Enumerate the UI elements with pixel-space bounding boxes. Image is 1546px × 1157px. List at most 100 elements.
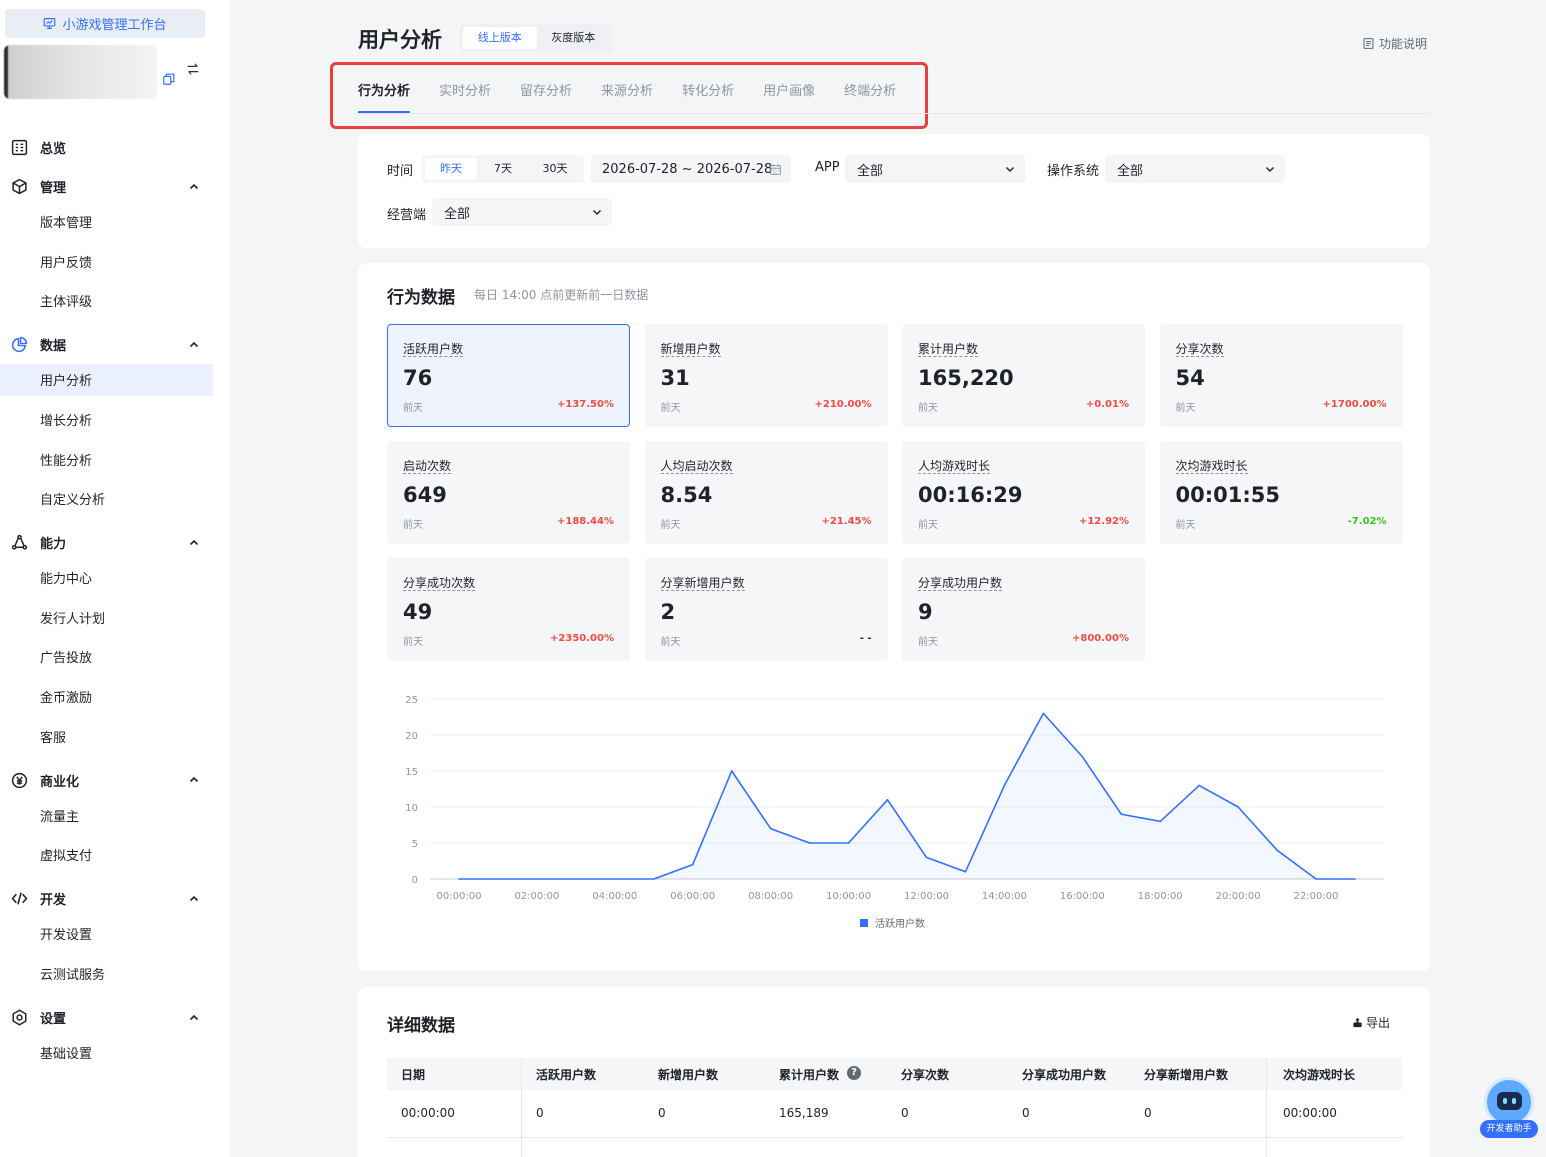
nav-group-3[interactable]: 能力 (0, 526, 213, 560)
sidebar-item[interactable]: 用户反馈 (0, 245, 213, 277)
nav-group-2[interactable]: 数据 (0, 328, 213, 362)
online-version-tab[interactable]: 线上版本 (463, 27, 537, 49)
chevron-up-icon[interactable] (188, 774, 200, 786)
metric-name: 累计用户数 (918, 342, 979, 357)
copy-icon[interactable] (162, 72, 176, 86)
time-option-yesterday[interactable]: 昨天 (425, 158, 477, 180)
tab-3[interactable]: 来源分析 (601, 80, 653, 113)
metric-change: +137.50% (557, 399, 614, 410)
metric-name: 分享次数 (1175, 342, 1224, 357)
tab-0[interactable]: 行为分析 (358, 80, 411, 113)
metric-name: 人均启动次数 (660, 459, 733, 474)
metric-card[interactable]: 人均启动次数 8.54 前天 +21.45% (644, 441, 888, 544)
tab-2[interactable]: 留存分析 (520, 80, 572, 113)
sidebar-item[interactable]: 版本管理 (0, 206, 213, 238)
metric-card[interactable]: 次均游戏时长 00:01:55 前天 -7.02% (1159, 441, 1403, 544)
sidebar-item[interactable]: 流量主 (0, 799, 213, 831)
behavior-subtitle: 每日 14:00 点前更新前一日数据 (474, 288, 649, 302)
sidebar-item[interactable]: 云测试服务 (0, 958, 213, 990)
gray-version-tab[interactable]: 灰度版本 (537, 27, 611, 49)
table-cell: 0 (536, 1106, 544, 1120)
channel-select[interactable]: 全部 (432, 198, 612, 226)
chevron-up-icon[interactable] (188, 339, 200, 351)
table-header-cell: 日期 (401, 1068, 426, 1082)
date-range-picker[interactable]: 2026-07-28 ~ 2026-07-28 (591, 155, 791, 183)
os-select[interactable]: 全部 (1105, 155, 1285, 183)
table-cell: 00:00:00 (1283, 1106, 1337, 1120)
chevron-up-icon[interactable] (188, 893, 200, 905)
metric-value: 76 (403, 366, 433, 390)
workspace-button[interactable]: 小游戏管理工作台 (5, 9, 205, 38)
metric-card[interactable]: 分享新增用户数 2 前天 - - (644, 558, 888, 661)
chevron-up-icon[interactable] (188, 1012, 200, 1024)
nav-group-label: 开发 (40, 893, 67, 909)
sidebar-item[interactable]: 主体评级 (0, 285, 213, 317)
metric-card[interactable]: 活跃用户数 76 前天 +137.50% (387, 324, 630, 427)
table-cell: 0 (901, 1106, 909, 1120)
sidebar-item[interactable]: 性能分析 (0, 443, 213, 475)
metric-value: 9 (918, 600, 933, 624)
switch-account-icon[interactable] (186, 62, 200, 76)
tab-5[interactable]: 用户画像 (763, 80, 815, 113)
metric-card[interactable]: 分享成功用户数 9 前天 +800.00% (902, 558, 1145, 661)
sidebar-item[interactable]: 广告投放 (0, 641, 213, 673)
nav-group-6[interactable]: 设置 (0, 1001, 213, 1035)
time-option-7days[interactable]: 7天 (477, 158, 529, 180)
sidebar-item[interactable]: 基础设置 (0, 1037, 213, 1069)
metric-card[interactable]: 分享成功次数 49 前天 +2350.00% (387, 558, 630, 661)
sidebar-item[interactable]: 增长分析 (0, 403, 213, 435)
metric-value: 2 (660, 600, 676, 624)
chevron-up-icon[interactable] (188, 537, 200, 549)
export-button[interactable]: 导出 (1352, 1014, 1390, 1031)
help-circle-icon[interactable]: ? (847, 1066, 861, 1080)
sidebar-item[interactable]: 发行人计划 (0, 601, 213, 633)
time-filter-label: 时间 (387, 164, 414, 179)
app-select[interactable]: 全部 (845, 155, 1025, 183)
metric-card[interactable]: 累计用户数 165,220 前天 +0.01% (902, 324, 1145, 427)
analysis-tabs: 行为分析 实时分析 留存分析 来源分析 转化分析 用户画像 终端分析 (358, 80, 925, 113)
metric-name: 人均游戏时长 (918, 459, 991, 474)
metric-card[interactable]: 新增用户数 31 前天 +210.00% (644, 324, 888, 427)
chevron-up-icon[interactable] (188, 181, 200, 193)
nav-group-1[interactable]: 管理 (0, 170, 213, 204)
detail-title: 详细数据 (387, 1016, 455, 1036)
settings-icon (11, 1009, 28, 1026)
sidebar-item[interactable]: 金币激励 (0, 681, 213, 713)
metric-card[interactable]: 启动次数 649 前天 +188.44% (387, 441, 630, 544)
function-help-link[interactable]: 功能说明 (1362, 35, 1427, 52)
metric-value: 165,220 (918, 366, 1014, 390)
yuan-icon (11, 772, 28, 789)
tab-6[interactable]: 终端分析 (844, 80, 896, 113)
developer-assistant-button[interactable]: 开发者助手 (1480, 1077, 1538, 1139)
metric-compare-label: 前天 (403, 637, 423, 648)
assistant-label: 开发者助手 (1480, 1120, 1538, 1138)
metric-card[interactable]: 人均游戏时长 00:16:29 前天 +12.92% (902, 441, 1145, 544)
tab-1[interactable]: 实时分析 (439, 80, 491, 113)
nav-group-5[interactable]: 开发 (0, 882, 213, 916)
robot-eye (1503, 1098, 1507, 1104)
sidebar-item[interactable]: 开发设置 (0, 918, 213, 950)
export-icon (1353, 1017, 1362, 1028)
time-option-30days[interactable]: 30天 (529, 158, 581, 180)
account-avatar[interactable] (4, 45, 157, 99)
metric-value: 54 (1175, 366, 1205, 390)
metric-name: 分享成功用户数 (918, 576, 1003, 591)
sidebar-item[interactable]: 虚拟支付 (0, 839, 213, 871)
metric-value: 8.54 (660, 483, 713, 507)
nav-group-0[interactable]: 总览 (0, 130, 213, 164)
metric-name: 新增用户数 (660, 342, 721, 357)
sidebar-item[interactable]: 客服 (0, 720, 213, 752)
sidebar-item[interactable]: 自定义分析 (0, 483, 213, 515)
nav-group-label: 商业化 (40, 774, 80, 790)
sidebar-item[interactable]: 用户分析 (0, 363, 213, 396)
sidebar-item[interactable]: 能力中心 (0, 562, 213, 594)
chevron-down-icon (1006, 167, 1014, 172)
nav-group-label: 管理 (40, 181, 67, 196)
tab-4[interactable]: 转化分析 (682, 80, 734, 113)
nav-group-4[interactable]: 商业化 (0, 763, 213, 797)
table-cell: 0 (1022, 1106, 1030, 1120)
metric-card[interactable]: 分享次数 54 前天 +1700.00% (1159, 324, 1403, 427)
table-cell: 0 (1144, 1106, 1152, 1120)
function-help-label: 功能说明 (1379, 37, 1428, 51)
metric-change: +21.45% (821, 516, 872, 527)
